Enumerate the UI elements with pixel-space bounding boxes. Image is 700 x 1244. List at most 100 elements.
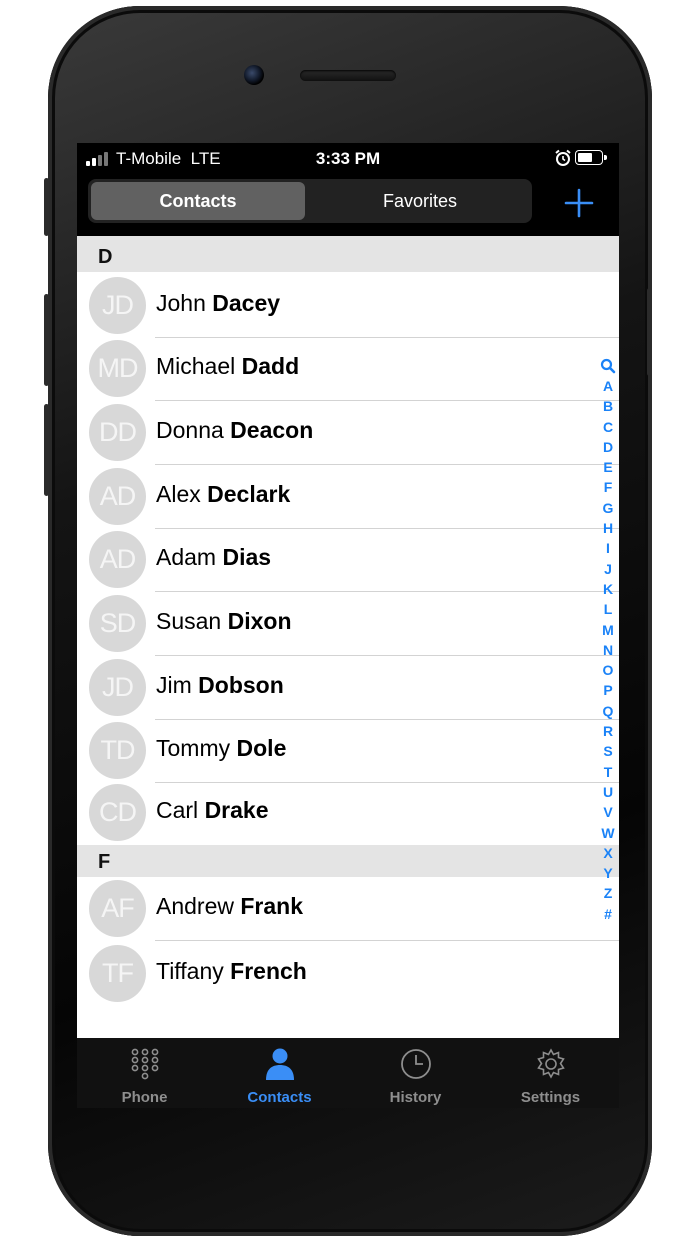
first-name: John (156, 290, 206, 316)
avatar: AD (89, 531, 146, 588)
first-name: Jim (156, 672, 192, 698)
contact-name: Jim Dobson (156, 672, 284, 699)
contact-name: Andrew Frank (156, 893, 303, 920)
first-name: Tiffany (156, 958, 224, 984)
contact-name: Alex Declark (156, 481, 290, 508)
index-letter[interactable]: K (597, 579, 619, 599)
avatar: AF (89, 880, 146, 937)
front-camera (244, 65, 264, 85)
contact-row[interactable]: JD John Dacey (77, 274, 619, 338)
contact-name: Michael Dadd (156, 353, 299, 380)
index-letter[interactable]: Q (597, 701, 619, 721)
clock-icon (400, 1049, 431, 1079)
alarm-icon (555, 149, 571, 166)
contact-row[interactable]: CD Carl Drake (77, 781, 619, 845)
contact-row[interactable]: AF Andrew Frank (77, 877, 619, 941)
contact-row[interactable]: AD Adam Dias (77, 528, 619, 592)
tab-settings[interactable]: Settings (483, 1038, 618, 1108)
gear-icon (536, 1048, 565, 1079)
first-name: Michael (156, 353, 236, 379)
segment-contacts[interactable]: Contacts (91, 182, 305, 220)
earpiece-speaker (300, 70, 396, 81)
avatar: AD (89, 468, 146, 525)
avatar: CD (89, 784, 146, 841)
tab-phone[interactable]: Phone (77, 1038, 212, 1108)
avatar: TF (89, 945, 146, 1002)
screen: T-Mobile LTE 3:33 PM Contacts Favorites … (77, 143, 619, 1108)
keypad-icon (131, 1048, 158, 1080)
last-name: Dobson (198, 672, 284, 698)
last-name: Dias (222, 544, 272, 570)
first-name: Adam (156, 544, 217, 570)
index-letter[interactable]: Y (597, 863, 619, 883)
contact-name: Tiffany French (156, 958, 307, 985)
first-name: Susan (156, 608, 222, 634)
contact-row[interactable]: TF Tiffany French (77, 942, 619, 1006)
search-icon[interactable] (600, 358, 616, 374)
index-letter[interactable]: H (597, 518, 619, 538)
first-name: Andrew (156, 893, 234, 919)
volume-down-button (44, 404, 49, 496)
row-separator (155, 940, 619, 941)
contact-list[interactable]: D JD John Dacey MD Michael Dadd DD Donna… (77, 236, 619, 1038)
contact-name: Adam Dias (156, 544, 271, 571)
index-letter[interactable]: N (597, 640, 619, 660)
add-contact-button[interactable] (563, 187, 595, 219)
index-letter[interactable]: I (597, 538, 619, 558)
index-letter[interactable]: G (597, 498, 619, 518)
last-name: French (230, 958, 307, 984)
contact-row[interactable]: TD Tommy Dole (77, 719, 619, 783)
index-letter[interactable]: R (597, 721, 619, 741)
last-name: Dacey (212, 290, 281, 316)
last-name: Dixon (227, 608, 292, 634)
index-letter[interactable]: A (597, 376, 619, 396)
index-letter[interactable]: # (597, 904, 619, 924)
index-letter[interactable]: O (597, 660, 619, 680)
index-letter[interactable]: L (597, 599, 619, 619)
index-letter[interactable]: T (597, 762, 619, 782)
status-bar: T-Mobile LTE 3:33 PM (77, 143, 619, 175)
person-icon (265, 1048, 294, 1080)
tab-label: History (389, 1089, 442, 1106)
index-letter[interactable]: B (597, 396, 619, 416)
alphabet-index[interactable]: A B C D E F G H I J K L M N O P Q R S T … (597, 358, 619, 928)
section-header-f: F (77, 845, 619, 877)
tab-history[interactable]: History (348, 1038, 483, 1108)
index-letter[interactable]: E (597, 457, 619, 477)
contact-name: Susan Dixon (156, 608, 292, 635)
index-letter[interactable]: W (597, 823, 619, 843)
contact-row[interactable]: AD Alex Declark (77, 465, 619, 529)
tab-bar: Phone Contacts History Settings (77, 1038, 619, 1108)
silent-switch (44, 178, 49, 236)
segment-favorites[interactable]: Favorites (310, 182, 530, 220)
contact-row[interactable]: MD Michael Dadd (77, 337, 619, 401)
tab-label: Settings (520, 1089, 581, 1106)
contact-row[interactable]: JD Jim Dobson (77, 656, 619, 720)
contact-row[interactable]: DD Donna Deacon (77, 401, 619, 465)
index-letter[interactable]: J (597, 559, 619, 579)
avatar: JD (89, 659, 146, 716)
contact-name: Tommy Dole (156, 735, 286, 762)
last-name: Frank (240, 893, 304, 919)
index-letter[interactable]: S (597, 741, 619, 761)
index-letter[interactable]: C (597, 417, 619, 437)
avatar: JD (89, 277, 146, 334)
index-letter[interactable]: Z (597, 883, 619, 903)
last-name: Deacon (230, 417, 314, 443)
power-button (647, 288, 652, 376)
navigation-bar: Contacts Favorites (77, 175, 619, 236)
index-letter[interactable]: U (597, 782, 619, 802)
avatar: SD (89, 595, 146, 652)
last-name: Dole (236, 735, 287, 761)
index-letter[interactable]: V (597, 802, 619, 822)
battery-icon (575, 150, 607, 165)
volume-up-button (44, 294, 49, 386)
contact-row[interactable]: SD Susan Dixon (77, 592, 619, 656)
index-letter[interactable]: D (597, 437, 619, 457)
tab-contacts[interactable]: Contacts (212, 1038, 347, 1108)
index-letter[interactable]: P (597, 680, 619, 700)
first-name: Tommy (156, 735, 231, 761)
index-letter[interactable]: M (597, 620, 619, 640)
index-letter[interactable]: X (597, 843, 619, 863)
index-letter[interactable]: F (597, 477, 619, 497)
